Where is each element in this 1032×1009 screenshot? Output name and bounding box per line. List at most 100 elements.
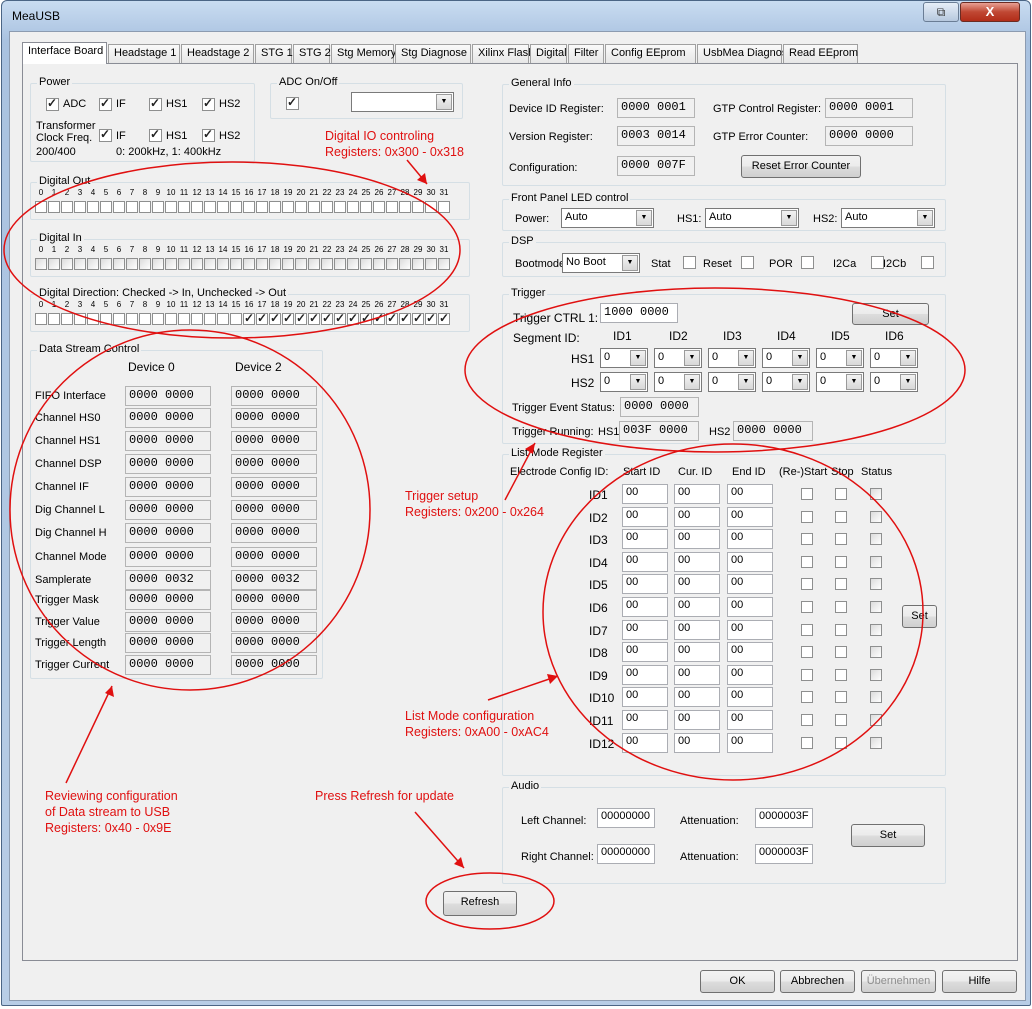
power-hs2-checkbox[interactable]: [202, 96, 215, 111]
trigger-hs2-id3-select[interactable]: 0 ▼: [708, 372, 756, 392]
digital-out-bit-2-checkbox[interactable]: [61, 201, 73, 213]
trigger-hs1-id3-select[interactable]: 0 ▼: [708, 348, 756, 368]
digital-direction-bit-19-checkbox[interactable]: [282, 311, 294, 325]
digital-out-bit-30-checkbox[interactable]: [425, 201, 437, 213]
digital-direction-bit-16-checkbox[interactable]: [243, 311, 255, 325]
list-mode-stop-checkbox[interactable]: [835, 691, 847, 704]
audio-set-button[interactable]: Set: [851, 824, 925, 847]
digital-out-bit-31-checkbox[interactable]: [438, 201, 450, 213]
list-mode-end-input[interactable]: 00: [727, 484, 773, 504]
list-mode-cur-input[interactable]: 00: [674, 732, 720, 753]
list-mode-start-input[interactable]: 00: [622, 710, 668, 730]
digital-out-bit-20-checkbox[interactable]: [295, 201, 307, 213]
digital-out-bit-24-checkbox[interactable]: [347, 201, 359, 213]
list-mode-set-button[interactable]: Set: [902, 605, 937, 628]
list-mode-stop-checkbox[interactable]: [835, 623, 847, 636]
digital-direction-bit-7-checkbox[interactable]: [126, 313, 138, 325]
power-hs1-checkbox[interactable]: [149, 96, 162, 111]
digital-direction-bit-22-checkbox[interactable]: [321, 311, 333, 325]
digital-out-bit-0-checkbox[interactable]: [35, 201, 47, 213]
list-mode-restart-checkbox[interactable]: [801, 646, 813, 659]
digital-out-bit-22-checkbox[interactable]: [321, 201, 333, 213]
digital-direction-bit-26-checkbox[interactable]: [373, 311, 385, 325]
digital-direction-bit-25-checkbox[interactable]: [360, 311, 372, 325]
bootmode-select[interactable]: No Boot ▼: [562, 253, 640, 273]
list-mode-stop-checkbox[interactable]: [835, 714, 847, 726]
list-mode-restart-checkbox[interactable]: [801, 488, 813, 500]
digital-direction-bit-28-checkbox[interactable]: [399, 311, 411, 325]
tab-read-eeprom[interactable]: Read EEprom: [783, 44, 858, 63]
digital-direction-bit-14-checkbox[interactable]: [217, 313, 229, 325]
list-mode-end-input[interactable]: 00: [727, 597, 773, 617]
list-mode-cur-input[interactable]: 00: [674, 664, 720, 685]
digital-out-bit-26-checkbox[interactable]: [373, 201, 385, 213]
list-mode-cur-input[interactable]: 00: [674, 619, 720, 640]
tab-stg-diagnose[interactable]: Stg Diagnose: [395, 44, 471, 63]
tab-digital[interactable]: Digital: [530, 44, 567, 63]
tab-headstage-2[interactable]: Headstage 2: [181, 44, 254, 63]
cancel-button[interactable]: Abbrechen: [780, 970, 855, 993]
digital-out-bit-10-checkbox[interactable]: [165, 201, 177, 213]
list-mode-start-input[interactable]: 00: [622, 551, 668, 572]
list-mode-start-input[interactable]: 00: [622, 642, 668, 663]
digital-out-bit-23-checkbox[interactable]: [334, 201, 346, 213]
list-mode-start-input[interactable]: 00: [622, 506, 668, 527]
list-mode-restart-checkbox[interactable]: [801, 555, 813, 568]
list-mode-restart-checkbox[interactable]: [801, 623, 813, 636]
tab-stg-memory[interactable]: Stg Memory: [331, 44, 396, 63]
list-mode-cur-input[interactable]: 00: [674, 551, 720, 572]
audio-right-input[interactable]: 00000000: [597, 844, 655, 864]
digital-out-bit-29-checkbox[interactable]: [412, 201, 424, 213]
list-mode-end-input[interactable]: 00: [727, 687, 773, 708]
dsp-i2cb-checkbox[interactable]: [921, 256, 934, 269]
digital-direction-bit-11-checkbox[interactable]: [178, 313, 190, 325]
list-mode-stop-checkbox[interactable]: [835, 646, 847, 659]
trigger-hs1-id4-select[interactable]: 0 ▼: [762, 348, 810, 368]
digital-direction-bit-18-checkbox[interactable]: [269, 311, 281, 325]
list-mode-start-input[interactable]: 00: [622, 597, 668, 617]
list-mode-end-input[interactable]: 00: [727, 642, 773, 663]
digital-out-bit-4-checkbox[interactable]: [87, 201, 99, 213]
digital-out-bit-11-checkbox[interactable]: [178, 201, 190, 213]
list-mode-end-input[interactable]: 00: [727, 664, 773, 685]
restore-button[interactable]: ⧉: [923, 2, 959, 22]
digital-out-bit-25-checkbox[interactable]: [360, 201, 372, 213]
digital-direction-bit-15-checkbox[interactable]: [230, 313, 242, 325]
trigger-hs1-id1-select[interactable]: 0 ▼: [600, 348, 648, 368]
digital-direction-bit-23-checkbox[interactable]: [334, 311, 346, 325]
tab-xilinx-flash[interactable]: Xilinx Flash: [472, 44, 534, 63]
list-mode-end-input[interactable]: 00: [727, 574, 773, 595]
trigger-set-button[interactable]: Set: [852, 303, 929, 325]
list-mode-cur-input[interactable]: 00: [674, 506, 720, 527]
list-mode-end-input[interactable]: 00: [727, 619, 773, 640]
digital-direction-bit-24-checkbox[interactable]: [347, 311, 359, 325]
trigger-hs1-id5-select[interactable]: 0 ▼: [816, 348, 864, 368]
help-button[interactable]: Hilfe: [942, 970, 1017, 993]
list-mode-end-input[interactable]: 00: [727, 710, 773, 730]
trigger-hs2-id2-select[interactable]: 0 ▼: [654, 372, 702, 392]
led-power-select[interactable]: Auto ▼: [561, 208, 654, 228]
list-mode-stop-checkbox[interactable]: [835, 555, 847, 568]
tab-headstage-1[interactable]: Headstage 1: [108, 44, 180, 63]
list-mode-stop-checkbox[interactable]: [835, 488, 847, 500]
list-mode-cur-input[interactable]: 00: [674, 642, 720, 663]
digital-out-bit-17-checkbox[interactable]: [256, 201, 268, 213]
digital-out-bit-21-checkbox[interactable]: [308, 201, 320, 213]
list-mode-end-input[interactable]: 00: [727, 732, 773, 753]
digital-out-bit-3-checkbox[interactable]: [74, 201, 86, 213]
apply-button[interactable]: Übernehmen: [861, 970, 936, 993]
title-bar[interactable]: MeaUSB ⧉ X: [2, 1, 1030, 29]
list-mode-cur-input[interactable]: 00: [674, 687, 720, 708]
digital-direction-bit-27-checkbox[interactable]: [386, 311, 398, 325]
digital-out-bit-18-checkbox[interactable]: [269, 201, 281, 213]
list-mode-start-input[interactable]: 00: [622, 687, 668, 708]
trigger-hs1-id2-select[interactable]: 0 ▼: [654, 348, 702, 368]
digital-out-bit-8-checkbox[interactable]: [139, 201, 151, 213]
list-mode-start-input[interactable]: 00: [622, 732, 668, 753]
list-mode-stop-checkbox[interactable]: [835, 533, 847, 546]
list-mode-end-input[interactable]: 00: [727, 551, 773, 572]
digital-out-bit-28-checkbox[interactable]: [399, 201, 411, 213]
digital-direction-bit-21-checkbox[interactable]: [308, 311, 320, 325]
digital-direction-bit-2-checkbox[interactable]: [61, 313, 73, 325]
ok-button[interactable]: OK: [700, 970, 775, 993]
